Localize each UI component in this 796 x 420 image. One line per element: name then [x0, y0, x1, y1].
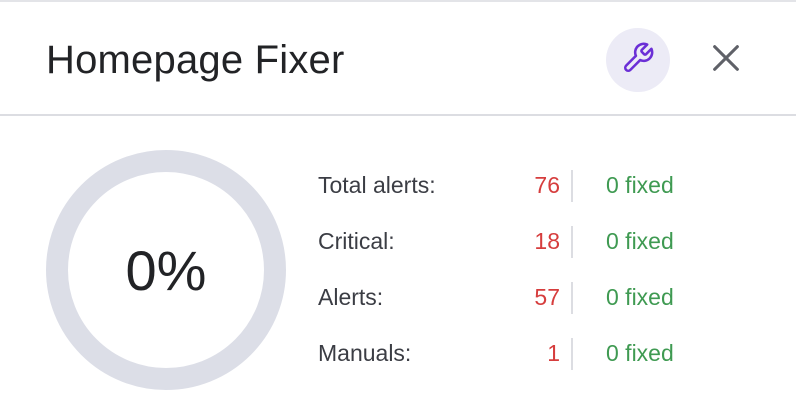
divider [571, 282, 573, 314]
stat-label: Critical: [318, 228, 395, 254]
stat-count: 1 [547, 340, 560, 366]
panel-header: Homepage Fixer [0, 2, 796, 116]
stat-count: 76 [534, 172, 560, 198]
stat-label: Total alerts: [318, 172, 436, 198]
divider [571, 338, 573, 370]
stat-fixed: 0 fixed [606, 228, 674, 254]
stat-label: Alerts: [318, 284, 384, 310]
stat-row-total-alerts: Total alerts: 76 0 fixed [318, 164, 738, 220]
close-icon [709, 41, 743, 80]
stat-count: 18 [534, 228, 560, 254]
divider [571, 170, 573, 202]
close-button[interactable] [704, 38, 748, 82]
progress-percentage: 0% [125, 238, 207, 302]
stat-label: Manuals: [318, 340, 412, 366]
stat-fixed: 0 fixed [606, 284, 674, 310]
stat-row-alerts: Alerts: 57 0 fixed [318, 276, 738, 332]
stat-row-critical: Critical: 18 0 fixed [318, 220, 738, 276]
stat-count: 57 [534, 284, 560, 310]
homepage-fixer-panel: Homepage Fixer 0% Total alerts: 76 0 fix… [0, 0, 796, 420]
stat-row-manuals: Manuals: 1 0 fixed [318, 332, 738, 388]
panel-title: Homepage Fixer [46, 38, 345, 82]
alert-stats: Total alerts: 76 0 fixed Critical: 18 0 … [318, 164, 738, 388]
stat-fixed: 0 fixed [606, 340, 674, 366]
divider [571, 226, 573, 258]
fix-tools-button[interactable] [606, 28, 670, 92]
stat-fixed: 0 fixed [606, 172, 674, 198]
wrench-icon [621, 41, 655, 80]
